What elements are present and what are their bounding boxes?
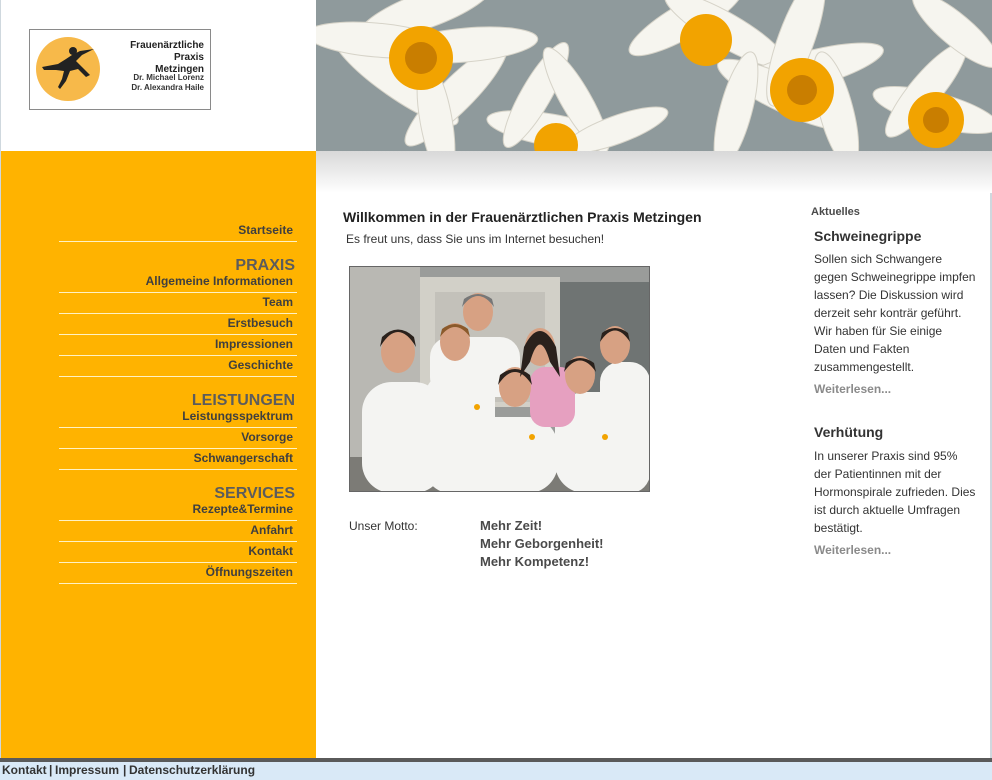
nav-section-services[interactable]: SERVICES [59, 485, 297, 503]
nav-divider [59, 355, 297, 356]
logo-doctor-names: Dr. Michael Lorenz Dr. Alexandra Haile [131, 73, 204, 92]
nav-anfahrt[interactable]: Anfahrt [59, 523, 297, 537]
nav-divider [59, 334, 297, 335]
dancer-logo-icon [36, 37, 100, 101]
read-more-link[interactable]: Weiterlesen... [814, 382, 891, 396]
nav-divider [59, 376, 297, 377]
nav-divider [59, 427, 297, 428]
footer-link-kontakt[interactable]: Kontakt [2, 763, 47, 777]
nav-divider [59, 448, 297, 449]
nav-leistungsspektrum[interactable]: Leistungsspektrum [59, 409, 297, 423]
nav-section-leistungen[interactable]: LEISTUNGEN [59, 392, 297, 410]
footer-link-datenschutz[interactable]: Datenschutzerklärung [129, 763, 255, 777]
news-text: In unserer Praxis sind 95% der Patientin… [814, 449, 976, 535]
nav-section-praxis[interactable]: PRAXIS [59, 257, 297, 275]
news-title-verhuetung: Verhütung [814, 424, 884, 440]
nav-divider [59, 520, 297, 521]
read-more-link[interactable]: Weiterlesen... [814, 543, 891, 557]
motto-line: Mehr Kompetenz! [480, 554, 590, 569]
nav-divider [59, 292, 297, 293]
nav-rezepte-termine[interactable]: Rezepte&Termine [59, 502, 297, 516]
motto-label: Unser Motto: [349, 519, 418, 533]
welcome-text: Es freut uns, dass Sie uns im Internet b… [346, 232, 605, 246]
footer-link-impressum[interactable]: Impressum [55, 763, 119, 777]
nav-kontakt[interactable]: Kontakt [59, 544, 297, 558]
news-section-label: Aktuelles [811, 206, 860, 218]
nav-team[interactable]: Team [59, 295, 297, 309]
logo-title: Frauenärztliche Praxis Metzingen [130, 40, 204, 75]
nav-allgemeine-informationen[interactable]: Allgemeine Informationen [59, 274, 297, 288]
nav-divider [59, 241, 297, 242]
page-title: Willkommen in der Frauenärztlichen Praxi… [343, 209, 702, 225]
nav-divider [59, 469, 297, 470]
nav-divider [59, 313, 297, 314]
nav-oeffnungszeiten[interactable]: Öffnungszeiten [59, 565, 297, 579]
nav-divider [59, 562, 297, 563]
news-title-schweinegrippe: Schweinegrippe [814, 228, 922, 244]
nav-divider [59, 583, 297, 584]
nav-schwangerschaft[interactable]: Schwangerschaft [59, 451, 297, 465]
nav-impressionen[interactable]: Impressionen [59, 337, 297, 351]
practice-logo[interactable]: Frauenärztliche Praxis Metzingen Dr. Mic… [29, 29, 211, 110]
team-photo [349, 266, 650, 492]
nav-divider [59, 541, 297, 542]
footer: Kontakt | Impressum | Datenschutzerkläru… [0, 762, 992, 780]
motto-line: Mehr Geborgenheit! [480, 536, 604, 551]
logo-area: Frauenärztliche Praxis Metzingen Dr. Mic… [0, 0, 316, 151]
motto-line: Mehr Zeit! [480, 518, 543, 533]
header-banner-image [316, 0, 992, 151]
nav-startseite[interactable]: Startseite [59, 223, 297, 237]
nav-erstbesuch[interactable]: Erstbesuch [59, 316, 297, 330]
nav-vorsorge[interactable]: Vorsorge [59, 430, 297, 444]
nav-geschichte[interactable]: Geschichte [59, 358, 297, 372]
footer-separator: | [123, 763, 127, 777]
news-text: Sollen sich Schwangere gegen Schweinegri… [814, 252, 976, 374]
banner-shadow [316, 151, 992, 193]
footer-separator: | [49, 763, 53, 777]
